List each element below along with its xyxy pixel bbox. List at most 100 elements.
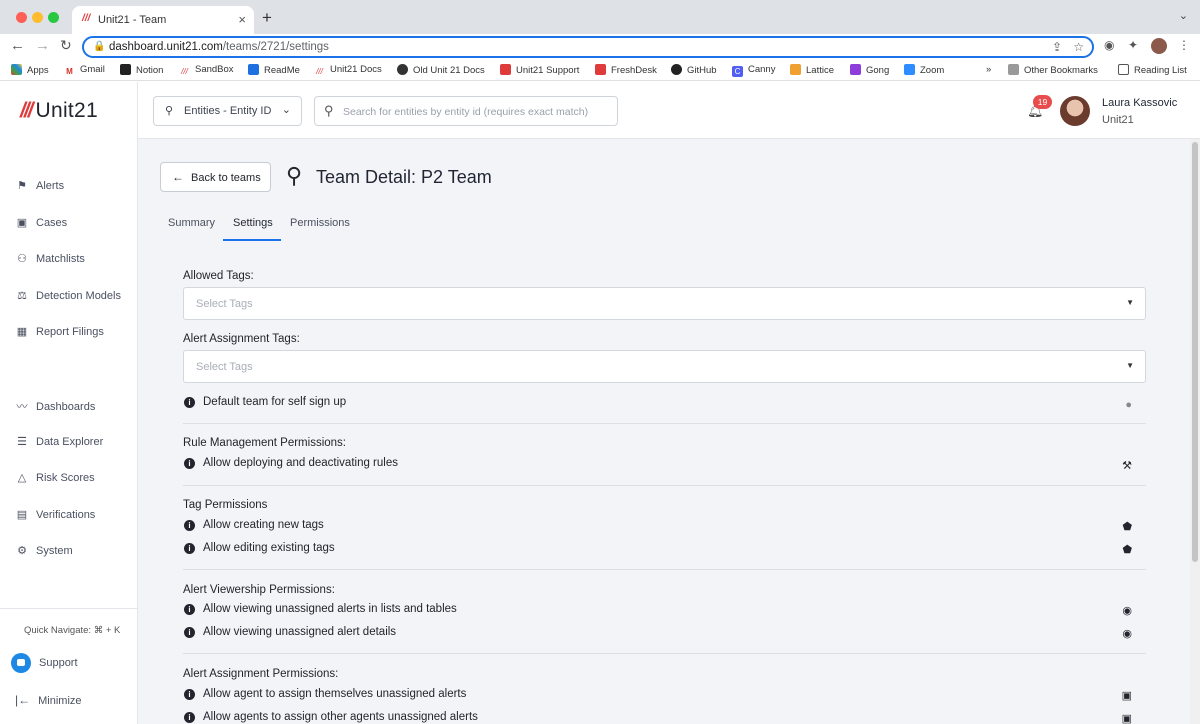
allowed-tags-select[interactable]: Select Tags ▼ [183, 287, 1146, 320]
bookmark-gong[interactable]: Gong [850, 64, 889, 76]
tab-summary[interactable]: Summary [168, 217, 215, 229]
info-icon[interactable]: i [184, 712, 195, 723]
info-icon[interactable]: i [184, 627, 195, 638]
allowed-tags-placeholder: Select Tags [196, 298, 253, 310]
tag-icon[interactable]: ⬟ [1122, 520, 1132, 533]
bookmark-apps[interactable]: Apps [11, 64, 49, 76]
url-bar[interactable]: 🔒 dashboard.unit21.com/teams/2721/settin… [82, 36, 1094, 58]
bookmark-sandbox[interactable]: ///SandBox [179, 64, 234, 77]
back-arrow-icon[interactable]: ← [10, 37, 25, 54]
back-to-teams-button[interactable]: ← Back to teams [160, 162, 271, 192]
close-tab-icon[interactable]: × [238, 12, 246, 27]
search-icon: ⚲ [324, 103, 334, 118]
clipboard-check-icon[interactable]: ▣ [1122, 712, 1132, 724]
search-placeholder: Search for entities by entity id (requir… [343, 106, 589, 118]
sidebar-item-alerts[interactable]: ⚑ Alerts [15, 179, 64, 192]
user-avatar[interactable] [1060, 96, 1090, 126]
support-button[interactable]: Support [11, 653, 78, 673]
unit21-icon: /// [179, 66, 190, 77]
entity-type-select[interactable]: ⚲ Entities - Entity ID ⌄ [153, 96, 302, 126]
bookmark-other[interactable]: Other Bookmarks [1008, 64, 1098, 76]
bookmark-github[interactable]: GitHub [671, 64, 717, 76]
bookmark-freshdesk[interactable]: FreshDesk [595, 64, 657, 76]
tag-icon[interactable]: ⬟ [1122, 543, 1132, 556]
minimize-button[interactable]: |← Minimize [15, 693, 82, 707]
reading-list[interactable]: Reading List [1118, 64, 1187, 76]
eye-icon[interactable]: ◉ [1122, 627, 1132, 640]
readme-icon [248, 64, 259, 75]
rule-management-title: Rule Management Permissions: [183, 437, 346, 449]
forward-arrow-icon[interactable]: → [35, 37, 50, 54]
setting-default-team[interactable]: i Default team for self sign up ● [183, 396, 1146, 412]
sidebar-item-cases[interactable]: ▣ Cases [15, 216, 67, 229]
bookmark-lattice[interactable]: Lattice [790, 64, 834, 76]
eye-icon[interactable]: ◉ [1122, 604, 1132, 617]
info-icon[interactable]: i [184, 458, 195, 469]
chevron-down-icon: ⌄ [281, 104, 291, 116]
clipboard-check-icon[interactable]: ▣ [1122, 689, 1132, 702]
bookmark-unit21-support[interactable]: Unit21 Support [500, 64, 579, 76]
sidebar-item-risk-scores[interactable]: △ Risk Scores [15, 471, 95, 484]
more-bookmarks-icon[interactable]: » [986, 64, 991, 75]
entity-search-input[interactable]: ⚲ Search for entities by entity id (requ… [314, 96, 618, 126]
minimize-window-button[interactable] [32, 12, 43, 23]
setting-create-tags[interactable]: i Allow creating new tags ⬟ [183, 519, 1146, 535]
reload-icon[interactable]: ↻ [60, 37, 72, 54]
bookmark-old-unit21-docs[interactable]: Old Unit 21 Docs [397, 64, 485, 76]
sidebar-item-report-filings[interactable]: ▦ Report Filings [15, 325, 104, 338]
scrollbar[interactable] [1190, 139, 1200, 724]
user-name[interactable]: Laura Kassovic [1102, 97, 1177, 109]
share-icon[interactable]: ⇪ [1052, 40, 1062, 54]
sidebar-item-dashboards[interactable]: 〰 Dashboards [15, 398, 96, 414]
chat-icon [11, 653, 31, 673]
folder-icon [1008, 64, 1019, 75]
setting-self-assign[interactable]: i Allow agent to assign themselves unass… [183, 688, 1146, 704]
alert-assignment-tags-placeholder: Select Tags [196, 361, 253, 373]
profile-avatar[interactable] [1151, 38, 1167, 54]
setting-view-unassigned-details[interactable]: i Allow viewing unassigned alert details… [183, 626, 1146, 642]
setting-deploy-rules[interactable]: i Allow deploying and deactivating rules… [183, 457, 1146, 473]
info-icon[interactable]: i [184, 689, 195, 700]
close-window-button[interactable] [16, 12, 27, 23]
info-icon[interactable]: i [184, 604, 195, 615]
star-icon[interactable]: ☆ [1073, 40, 1084, 54]
sidebar-item-verifications[interactable]: ▤ Verifications [15, 508, 96, 521]
bookmark-unit21-docs[interactable]: ///Unit21 Docs [314, 64, 382, 77]
extension-icon[interactable]: ◉ [1104, 38, 1114, 52]
bookmark-zoom[interactable]: Zoom [904, 64, 944, 76]
sidebar-item-detection-models[interactable]: ⚖ Detection Models [15, 289, 121, 302]
gavel-icon[interactable]: ⚒ [1122, 459, 1132, 472]
bookmark-readme[interactable]: ReadMe [248, 64, 300, 76]
setting-label: Allow creating new tags [203, 519, 324, 531]
info-icon[interactable]: i [184, 397, 195, 408]
zoom-window-button[interactable] [48, 12, 59, 23]
bookmark-gmail[interactable]: M Gmail [64, 64, 105, 77]
puzzle-icon[interactable]: ✦ [1128, 38, 1138, 52]
tab-settings[interactable]: Settings [233, 217, 273, 229]
alert-assignment-tags-select[interactable]: Select Tags ▼ [183, 350, 1146, 383]
sidebar-item-matchlists[interactable]: ⚇ Matchlists [15, 252, 85, 265]
browser-tab[interactable]: /// Unit21 - Team × [72, 6, 254, 34]
search-list-icon: ☰ [17, 436, 27, 448]
setting-assign-others[interactable]: i Allow agents to assign other agents un… [183, 711, 1146, 724]
sidebar-item-data-explorer[interactable]: ☰ Data Explorer [15, 435, 103, 448]
sidebar-item-system[interactable]: ⚙ System [15, 544, 73, 557]
gmail-icon: M [64, 66, 75, 77]
lattice-icon [790, 64, 801, 75]
kebab-menu-icon[interactable]: ⋮ [1178, 38, 1190, 52]
user-toggle-icon[interactable]: ● [1125, 399, 1132, 411]
setting-edit-tags[interactable]: i Allow editing existing tags ⬟ [183, 542, 1146, 558]
url-text: dashboard.unit21.com/teams/2721/settings [109, 41, 329, 53]
scrollbar-thumb[interactable] [1192, 142, 1198, 562]
setting-view-unassigned-lists[interactable]: i Allow viewing unassigned alerts in lis… [183, 603, 1146, 619]
unit21-logo[interactable]: ///Unit21 [20, 99, 98, 123]
new-tab-icon[interactable]: + [262, 8, 272, 28]
bookmark-canny[interactable]: C Canny [732, 64, 775, 77]
tab-permissions[interactable]: Permissions [290, 217, 350, 229]
info-icon[interactable]: i [184, 520, 195, 531]
arrow-left-icon: ← [172, 170, 184, 184]
bookmark-notion[interactable]: Notion [120, 64, 163, 76]
chevron-down-icon[interactable]: ⌄ [1179, 9, 1188, 22]
freshdesk-icon [595, 64, 606, 75]
info-icon[interactable]: i [184, 543, 195, 554]
